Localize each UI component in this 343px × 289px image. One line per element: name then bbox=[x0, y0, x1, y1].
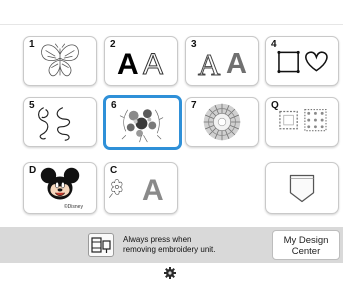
font-sample-a-serif: A bbox=[197, 47, 221, 83]
category-2-font-button[interactable]: 2 A A bbox=[104, 36, 178, 86]
category-3-decorative-font-button[interactable]: 3 A A bbox=[185, 36, 259, 86]
category-c-couching-button[interactable]: C A bbox=[104, 162, 178, 214]
flower-bouquet-icon bbox=[119, 109, 164, 143]
frame-heart-icon bbox=[277, 50, 328, 74]
font-sample-a-outline: A bbox=[142, 48, 164, 82]
category-q-quilt-button[interactable]: Q bbox=[265, 97, 339, 147]
pocket-button[interactable] bbox=[265, 162, 339, 214]
category-4-frame-button[interactable]: 4 bbox=[265, 36, 339, 86]
pocket-icon bbox=[289, 174, 315, 203]
category-6-flower-button[interactable]: 6 bbox=[103, 95, 182, 150]
gear-icon[interactable] bbox=[164, 267, 176, 279]
butterfly-icon bbox=[41, 43, 79, 77]
category-d-disney-button[interactable]: D ©Disney bbox=[23, 162, 97, 214]
circular-pattern-icon bbox=[203, 103, 241, 141]
category-1-butterfly-button[interactable]: 1 bbox=[23, 36, 97, 86]
quilt-frames-icon bbox=[279, 108, 327, 132]
embroidery-unit-button[interactable] bbox=[88, 233, 114, 257]
category-number: 2 bbox=[110, 39, 116, 50]
couching-flower-icon bbox=[109, 179, 123, 198]
flourish-icon bbox=[38, 107, 71, 141]
embroidery-unit-icon bbox=[91, 237, 111, 253]
font-sample-a-gray: A bbox=[226, 48, 247, 80]
disney-credit: ©Disney bbox=[64, 204, 83, 210]
category-number: 3 bbox=[191, 39, 197, 50]
embroidery-unit-message: Always press when removing embroidery un… bbox=[123, 235, 216, 254]
couching-letter-a: A bbox=[142, 174, 164, 207]
mickey-icon bbox=[40, 167, 80, 200]
my-design-center-button[interactable]: My Design Center bbox=[272, 230, 340, 260]
category-7-circular-pattern-button[interactable]: 7 bbox=[185, 97, 259, 147]
pattern-category-grid: 1 2 A A 3 A A 4 5 6 7 Q D ©Disney C A bbox=[0, 0, 343, 220]
font-sample-a-bold: A bbox=[117, 48, 139, 81]
category-5-flourish-button[interactable]: 5 bbox=[23, 97, 97, 147]
